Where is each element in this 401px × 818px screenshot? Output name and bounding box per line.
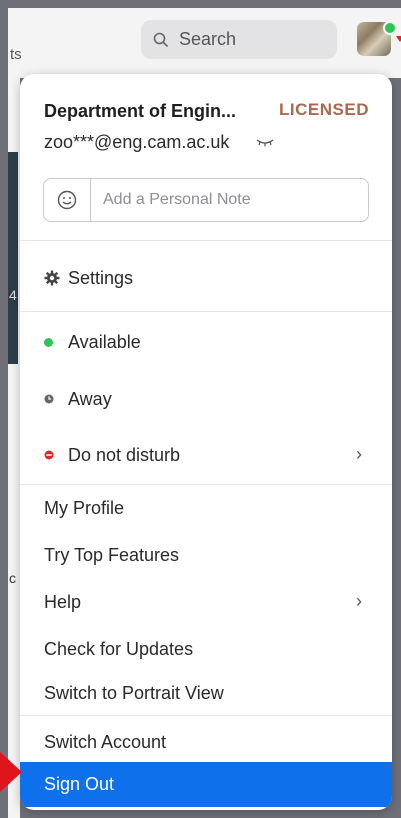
- status-badge: [383, 21, 397, 35]
- smiley-icon: [57, 190, 77, 210]
- menu-item-switch-account[interactable]: Switch Account: [20, 722, 392, 762]
- menu-item-available[interactable]: Available: [20, 322, 392, 362]
- background-char: c: [9, 570, 16, 586]
- menu-item-label: Settings: [68, 267, 134, 288]
- divider: [20, 240, 392, 241]
- chevron-right-icon: ›: [356, 591, 362, 611]
- menu-item-my-profile[interactable]: My Profile: [20, 488, 392, 528]
- menu-item-label: Sign Out: [44, 774, 115, 794]
- background-char: 4: [9, 287, 17, 303]
- menu-item-label: Switch to Portrait View: [44, 682, 224, 703]
- personal-note-field[interactable]: [43, 178, 369, 222]
- menu-item-label: My Profile: [44, 497, 125, 518]
- menu-item-label: Available: [68, 331, 141, 352]
- background-tab-text: ts: [10, 46, 22, 63]
- divider: [20, 484, 392, 485]
- menu-item-label: Try Top Features: [44, 544, 180, 565]
- show-email-eye-icon[interactable]: [256, 136, 274, 150]
- menu-item-switch-to-portrait-view[interactable]: Switch to Portrait View: [20, 673, 392, 713]
- chevron-right-icon: ›: [356, 444, 362, 464]
- profile-dropdown-menu: Department of Engin... LICENSED zoo***@e…: [20, 74, 392, 810]
- menu-item-do-not-disturb[interactable]: Do not disturb ›: [20, 435, 392, 475]
- menu-item-label: Help: [44, 591, 82, 612]
- red-arrow-pointer: [0, 752, 22, 792]
- menu-item-label: Switch Account: [44, 731, 167, 752]
- search-button[interactable]: Search: [141, 20, 337, 59]
- menu-item-settings[interactable]: Settings: [20, 258, 392, 298]
- divider: [20, 715, 392, 716]
- menu-item-label: Check for Updates: [44, 638, 194, 659]
- account-name: Department of Engin...: [44, 101, 237, 121]
- search-label: Search: [179, 29, 237, 49]
- background-video-strip: [8, 152, 18, 364]
- caret-icon: [396, 36, 401, 42]
- sign-out-button[interactable]: Sign Out: [20, 762, 392, 807]
- divider: [20, 311, 392, 312]
- menu-item-label: Away: [68, 388, 112, 409]
- emoji-button[interactable]: [44, 179, 91, 221]
- menu-item-check-for-updates[interactable]: Check for Updates: [20, 629, 392, 669]
- do-not-disturb-icon: [44, 450, 54, 460]
- available-status-icon: [44, 337, 53, 347]
- license-badge: LICENSED: [279, 100, 369, 119]
- personal-note-input[interactable]: [91, 190, 365, 210]
- menu-item-help[interactable]: Help ›: [20, 582, 392, 622]
- away-status-icon: [44, 394, 54, 404]
- menu-item-try-top-features[interactable]: Try Top Features: [20, 535, 392, 575]
- menu-item-label: Do not disturb: [68, 444, 181, 465]
- gear-icon: [44, 270, 68, 286]
- account-email: zoo***@eng.cam.ac.uk: [44, 132, 230, 152]
- menu-item-away[interactable]: Away: [20, 379, 392, 419]
- search-icon: [153, 32, 169, 47]
